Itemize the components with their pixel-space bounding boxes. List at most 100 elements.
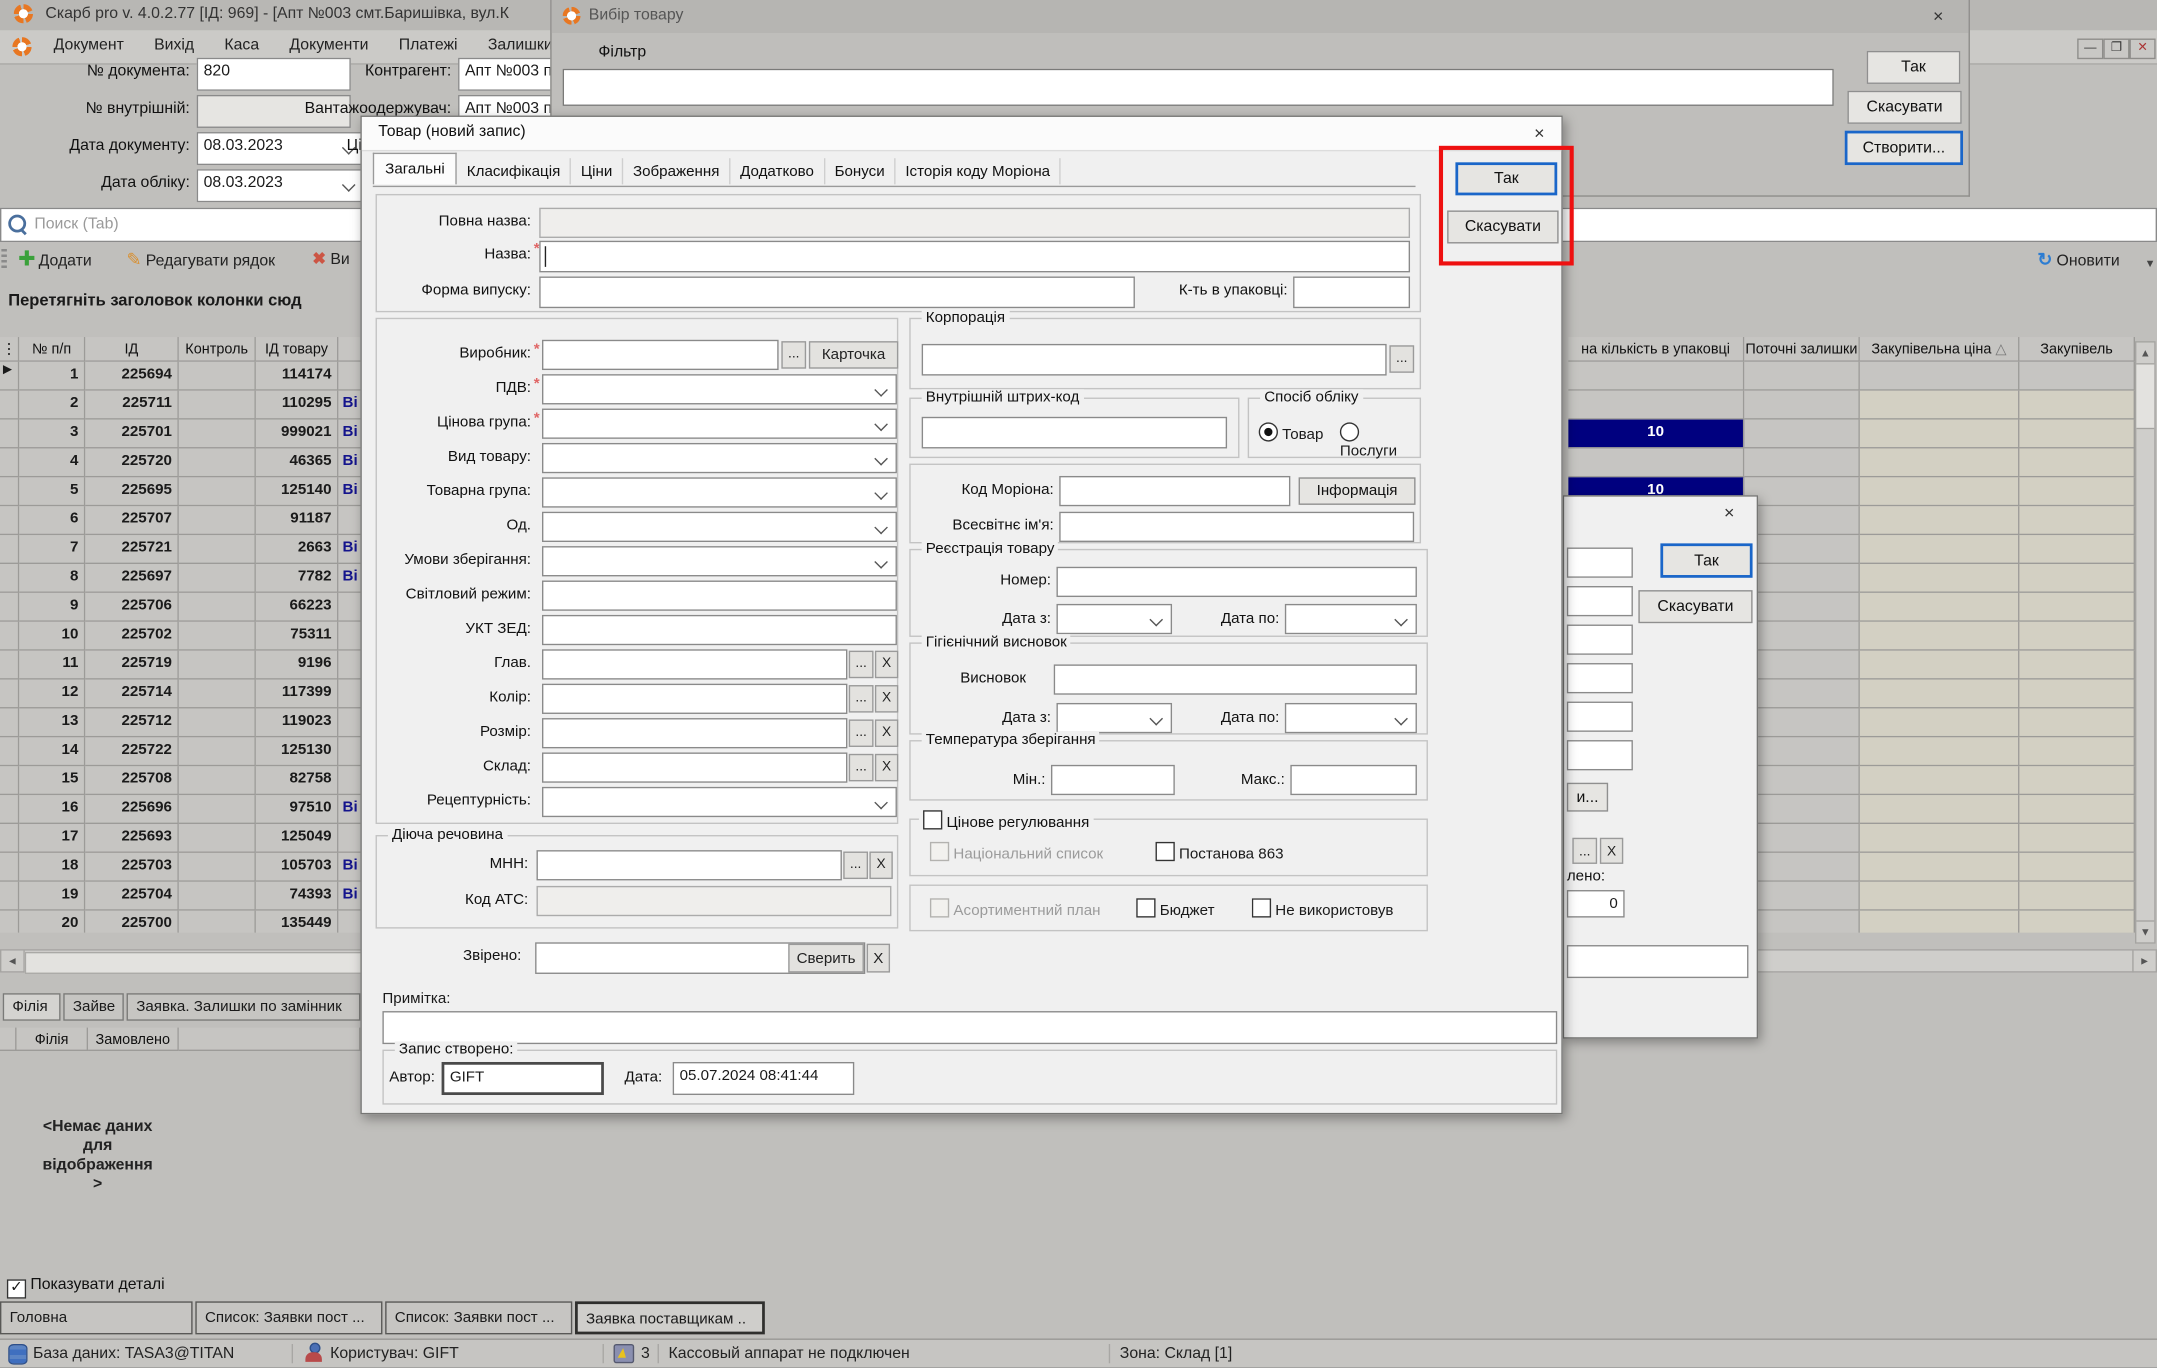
- back-dialog-close-icon[interactable]: ×: [1718, 502, 1740, 524]
- dots-button[interactable]: ...: [849, 651, 874, 679]
- row-selector[interactable]: [0, 882, 19, 911]
- grid-cell[interactable]: [1860, 651, 2020, 680]
- temp-min-field[interactable]: [1051, 765, 1175, 795]
- cell-control[interactable]: [179, 362, 256, 391]
- row-selector[interactable]: [0, 911, 19, 933]
- cell-npp[interactable]: 5: [19, 477, 85, 506]
- grid-cell[interactable]: [1744, 506, 1860, 535]
- note-field[interactable]: [382, 1011, 1557, 1044]
- tab-zobrazhennya[interactable]: Зображення: [623, 158, 730, 184]
- cell-id[interactable]: 225695: [85, 477, 179, 506]
- back-dialog-dots-button[interactable]: ...: [1572, 838, 1597, 864]
- cell-control[interactable]: [179, 420, 256, 449]
- row-selector[interactable]: [0, 651, 19, 680]
- field-input[interactable]: [542, 752, 847, 782]
- back-dialog-x-button[interactable]: X: [1600, 838, 1623, 864]
- cell-extra[interactable]: [338, 680, 361, 709]
- grid-cell[interactable]: [2019, 708, 2135, 737]
- grid-cell[interactable]: [1860, 680, 2020, 709]
- cell-extra[interactable]: Ві: [338, 420, 361, 449]
- close-window-button[interactable]: ✕: [2129, 39, 2155, 60]
- column-header[interactable]: на кількість в упаковці: [1568, 337, 1744, 362]
- grid-cell[interactable]: [1860, 477, 2020, 506]
- reg-date-from-combo[interactable]: [1056, 604, 1172, 634]
- cell-extra[interactable]: Ві: [338, 391, 361, 420]
- cell-id[interactable]: 225702: [85, 622, 179, 651]
- cell-npp[interactable]: 9: [19, 593, 85, 622]
- cell-control[interactable]: [179, 391, 256, 420]
- cell-extra[interactable]: Ві: [338, 795, 361, 824]
- cell-id[interactable]: 225696: [85, 795, 179, 824]
- grid-cell[interactable]: [1744, 853, 1860, 882]
- field-input[interactable]: [542, 649, 847, 679]
- column-header[interactable]: Закупівельна ціна △: [1860, 337, 2020, 362]
- cell-id[interactable]: 225697: [85, 564, 179, 593]
- cell-id[interactable]: 225711: [85, 391, 179, 420]
- delete-row-button[interactable]: ✖ Ви: [312, 249, 349, 268]
- cell-control[interactable]: [179, 535, 256, 564]
- cell-extra[interactable]: [338, 737, 361, 766]
- tab-zayavka-zalyshky[interactable]: Заявка. Залишки по замінник: [127, 993, 361, 1021]
- cell-npp[interactable]: 20: [19, 911, 85, 933]
- cell-id-tovaru[interactable]: 114174: [256, 362, 339, 391]
- cell-id-tovaru[interactable]: 2663: [256, 535, 339, 564]
- back-dialog-field-fragment[interactable]: [1567, 586, 1633, 616]
- cell-extra[interactable]: [338, 766, 361, 795]
- cell-npp[interactable]: 10: [19, 622, 85, 651]
- grid-cell[interactable]: [1860, 391, 2020, 420]
- row-selector[interactable]: [0, 680, 19, 709]
- back-dialog-field-fragment[interactable]: [1567, 702, 1633, 732]
- cell-id[interactable]: 225720: [85, 448, 179, 477]
- grid-cell[interactable]: [1744, 535, 1860, 564]
- column-header[interactable]: Закупівель: [2019, 337, 2135, 362]
- row-selector[interactable]: [0, 535, 19, 564]
- cell-control[interactable]: [179, 651, 256, 680]
- row-selector[interactable]: [0, 391, 19, 420]
- tab-bonusy[interactable]: Бонуси: [825, 158, 896, 184]
- national-list-checkbox[interactable]: Національний список: [930, 842, 1103, 863]
- window-tab-zayavka-active[interactable]: Заявка поставщикам ..: [575, 1301, 765, 1334]
- grid-cell[interactable]: [2019, 651, 2135, 680]
- grid-cell[interactable]: [1744, 362, 1860, 391]
- cell-id-tovaru[interactable]: 97510: [256, 795, 339, 824]
- field-combo[interactable]: [542, 443, 897, 473]
- cell-npp[interactable]: 8: [19, 564, 85, 593]
- producer-field[interactable]: [542, 340, 779, 370]
- cell-id-tovaru[interactable]: 75311: [256, 622, 339, 651]
- grid-cell[interactable]: [2019, 853, 2135, 882]
- barcode-field[interactable]: [922, 417, 1227, 449]
- cell-extra[interactable]: [338, 824, 361, 853]
- cell-id-tovaru[interactable]: 9196: [256, 651, 339, 680]
- row-selector[interactable]: [0, 593, 19, 622]
- cell-control[interactable]: [179, 622, 256, 651]
- author-field[interactable]: GIFT: [442, 1062, 604, 1095]
- grid-cell[interactable]: [1860, 795, 2020, 824]
- grid-cell[interactable]: [1744, 564, 1860, 593]
- cell-extra[interactable]: Ві: [338, 564, 361, 593]
- row-selector[interactable]: [0, 824, 19, 853]
- edit-row-button[interactable]: ✎ Редагувати рядок: [127, 249, 276, 271]
- field-combo[interactable]: [542, 546, 897, 576]
- cell-id[interactable]: 225706: [85, 593, 179, 622]
- reg-number-field[interactable]: [1056, 567, 1416, 597]
- menu-exit[interactable]: Вихід: [139, 30, 209, 53]
- tab-zagalni[interactable]: Загальні: [373, 153, 457, 185]
- cell-npp[interactable]: 1: [19, 362, 85, 391]
- cell-extra[interactable]: [338, 593, 361, 622]
- grid-cell[interactable]: [1860, 506, 2020, 535]
- vertical-scrollbar[interactable]: ▲ ▼: [2135, 341, 2156, 944]
- mnn-dots-button[interactable]: ...: [843, 852, 868, 880]
- grid-cell[interactable]: [2019, 391, 2135, 420]
- cell-control[interactable]: [179, 593, 256, 622]
- cell-id[interactable]: 225714: [85, 680, 179, 709]
- cell-control[interactable]: [179, 737, 256, 766]
- row-selector[interactable]: [0, 795, 19, 824]
- grid-cell[interactable]: [1568, 362, 1744, 391]
- row-selector[interactable]: [0, 737, 19, 766]
- clear-x-button[interactable]: X: [875, 685, 898, 713]
- grid-cell[interactable]: [1860, 882, 2020, 911]
- price-regulation-checkbox[interactable]: Цінове регулювання: [919, 810, 1094, 831]
- cell-extra[interactable]: Ві: [338, 882, 361, 911]
- grid-cell[interactable]: [1860, 708, 2020, 737]
- cell-control[interactable]: [179, 824, 256, 853]
